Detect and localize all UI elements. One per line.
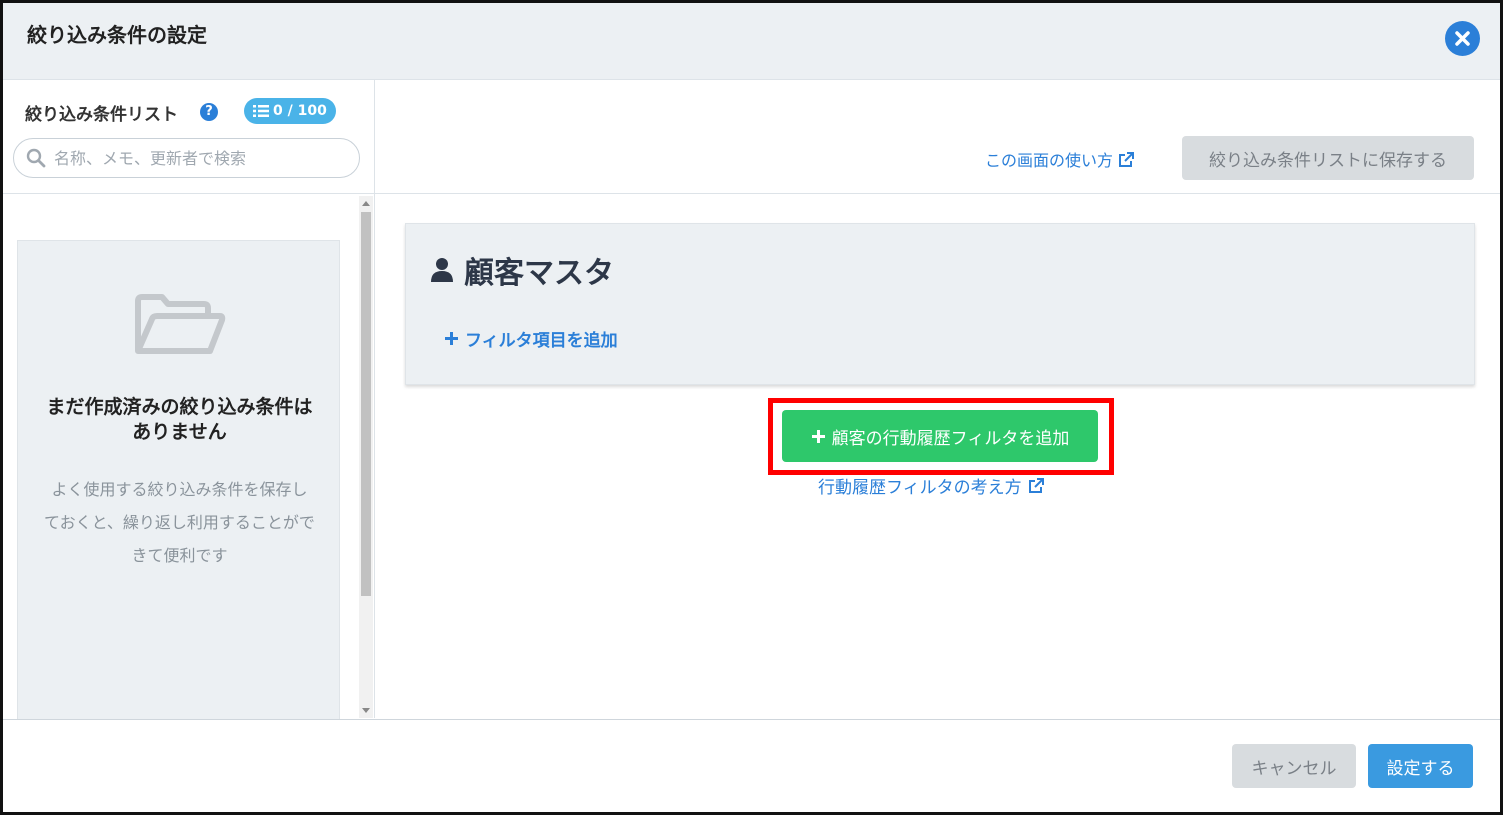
- left-panel-scrollbar[interactable]: [359, 196, 373, 718]
- empty-state-title: まだ作成済みの絞り込み条件はありません: [46, 396, 313, 443]
- condition-count-badge: 0 / 100: [244, 98, 336, 124]
- condition-list-header: 絞り込み条件リスト ? 0 / 100: [3, 80, 374, 194]
- scroll-up-icon[interactable]: [362, 201, 370, 206]
- add-behavior-filter-button[interactable]: 顧客の行動履歴フィルタを追加: [782, 410, 1098, 462]
- customer-master-card: 顧客マスタ フィルタ項目を追加: [405, 223, 1475, 385]
- save-to-list-button[interactable]: 絞り込み条件リストに保存する: [1182, 136, 1474, 180]
- condition-count: 0 / 100: [273, 103, 327, 119]
- customer-master-heading: 顧客マスタ: [430, 248, 614, 292]
- howto-link-label: この画面の使い方: [985, 151, 1114, 170]
- dialog-title: 絞り込み条件の設定: [27, 23, 207, 47]
- dialog-footer: キャンセル 設定する: [3, 719, 1500, 812]
- external-link-icon: [1028, 478, 1044, 493]
- scroll-down-icon[interactable]: [362, 708, 370, 713]
- behavior-filter-concept-link[interactable]: 行動履歴フィルタの考え方: [818, 473, 1045, 498]
- filter-settings-dialog: 絞り込み条件の設定 絞り込み条件リスト ? 0 / 100 名称、メモ、更新者で…: [0, 0, 1503, 815]
- user-icon: [431, 258, 453, 282]
- dialog-header: 絞り込み条件の設定: [3, 3, 1500, 80]
- empty-state-card: まだ作成済みの絞り込み条件はありません よく使用する絞り込み条件を保存しておくと…: [17, 240, 340, 740]
- cancel-button[interactable]: キャンセル: [1232, 744, 1356, 788]
- search-icon: [26, 148, 46, 168]
- help-icon[interactable]: ?: [200, 103, 218, 121]
- condition-list-title: 絞り込み条件リスト: [25, 105, 178, 125]
- howto-link[interactable]: この画面の使い方: [985, 147, 1135, 171]
- add-behavior-filter-label: 顧客の行動履歴フィルタを追加: [831, 428, 1070, 449]
- condition-list-panel: 絞り込み条件リスト ? 0 / 100 名称、メモ、更新者で検索 まだ作成済みの…: [3, 80, 375, 740]
- list-icon: [253, 105, 269, 117]
- add-filter-item-label: フィルタ項目を追加: [465, 331, 618, 351]
- customer-master-title: 顧客マスタ: [464, 256, 614, 291]
- plus-icon: [445, 332, 458, 345]
- editor-toolbar: この画面の使い方 絞り込み条件リストに保存する: [375, 80, 1500, 194]
- condition-search-box[interactable]: [13, 138, 360, 178]
- add-filter-item-link[interactable]: フィルタ項目を追加: [444, 326, 618, 351]
- behavior-filter-concept-label: 行動履歴フィルタの考え方: [818, 478, 1022, 498]
- empty-state-description: よく使用する絞り込み条件を保存しておくと、繰り返し利用することができて便利です: [44, 480, 315, 565]
- apply-button[interactable]: 設定する: [1368, 744, 1473, 788]
- scroll-thumb[interactable]: [361, 212, 371, 596]
- close-button[interactable]: [1445, 21, 1480, 56]
- external-link-icon: [1119, 151, 1135, 167]
- plus-icon: [811, 429, 825, 443]
- condition-search-input[interactable]: [52, 147, 346, 169]
- folder-open-icon: [135, 294, 226, 354]
- close-icon: [1455, 31, 1470, 46]
